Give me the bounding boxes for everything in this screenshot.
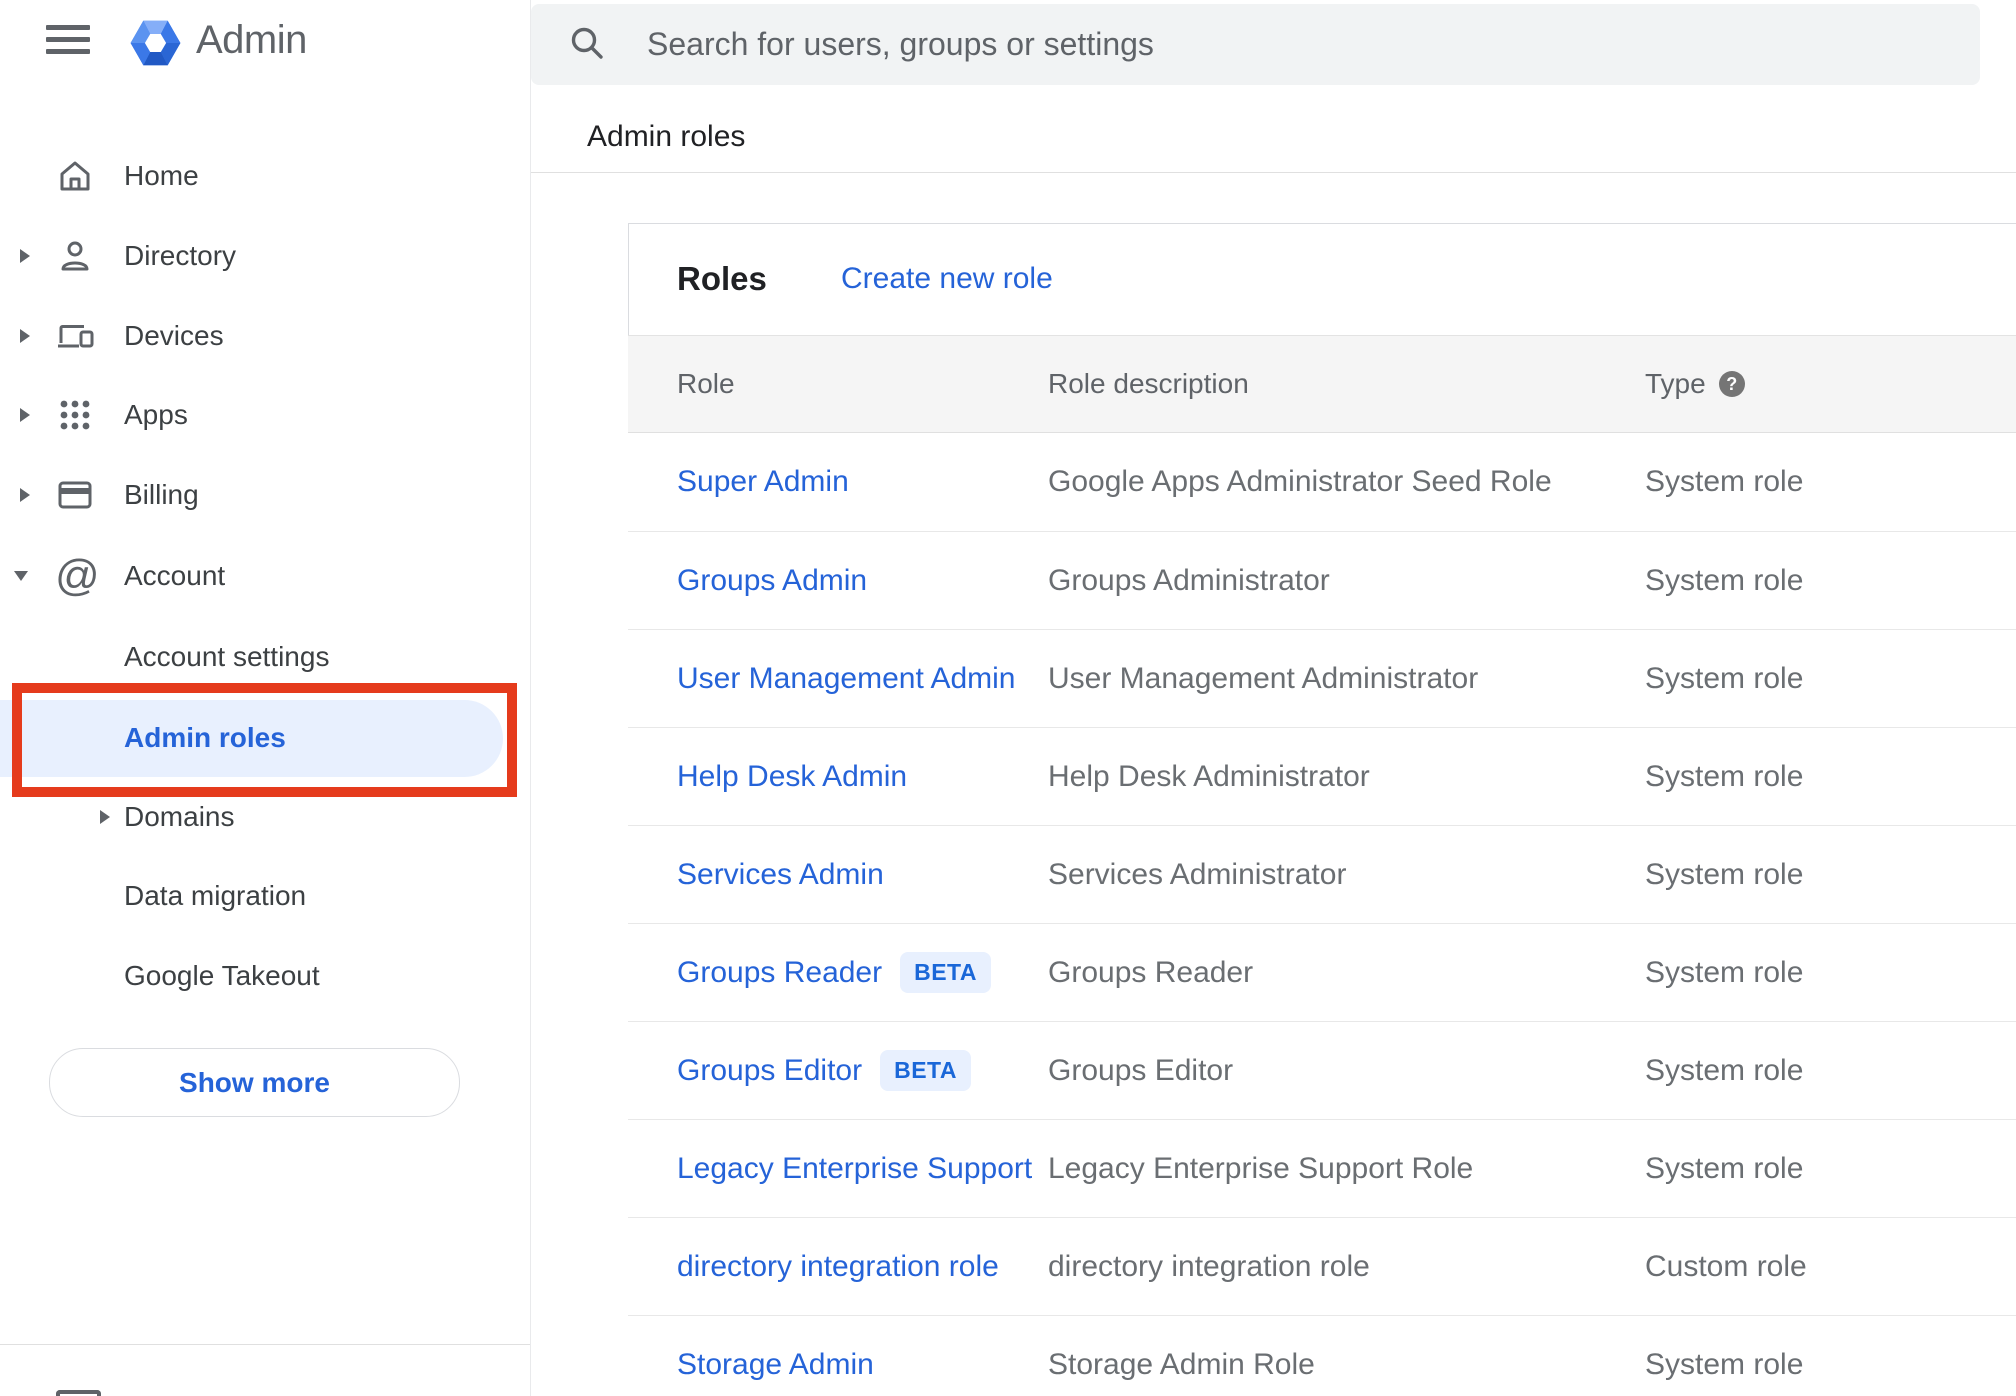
table-row: directory integration role directory inte…: [628, 1217, 2016, 1315]
role-link[interactable]: Help Desk Admin: [677, 760, 907, 794]
table-row: Super Admin Google Apps Administrator See…: [628, 433, 2016, 531]
role-type: System role: [1645, 661, 1804, 695]
sidebar-divider: [530, 0, 531, 1396]
role-description: directory integration role: [1048, 1249, 1370, 1283]
role-link[interactable]: Groups Reader: [677, 956, 882, 990]
role-type: System role: [1645, 1151, 1804, 1185]
role-type: System role: [1645, 857, 1804, 891]
table-row: User Management Admin User Management Adm…: [628, 629, 2016, 727]
role-link[interactable]: User Management Admin: [677, 662, 1016, 696]
sidebar-item-directory[interactable]: Directory: [0, 216, 530, 296]
home-icon: [55, 156, 95, 196]
header-divider: [530, 172, 2016, 173]
role-link[interactable]: Groups Admin: [677, 564, 867, 598]
sidebar-item-data-migration[interactable]: Data migration: [0, 856, 530, 936]
sidebar-item-account-settings[interactable]: Account settings: [0, 617, 530, 697]
table-row: Legacy Enterprise Support Legacy Enterpri…: [628, 1119, 2016, 1217]
table-row: Services Admin Services Administrator Syst…: [628, 825, 2016, 923]
search-input[interactable]: [531, 4, 1980, 85]
column-header-role: Role: [677, 368, 735, 399]
app-title: Admin: [196, 18, 307, 62]
table-row: Groups Reader BETA Groups Reader System rol…: [628, 923, 2016, 1021]
apps-grid-icon: [55, 395, 95, 435]
sidebar-item-label: Data migration: [124, 880, 307, 911]
role-description: Groups Editor: [1048, 1053, 1234, 1087]
sidebar-item-label: Home: [124, 160, 199, 191]
column-header-role-description: Role description: [1048, 368, 1249, 399]
at-sign-icon: @: [55, 551, 100, 600]
expand-arrow-icon[interactable]: [20, 488, 30, 502]
create-new-role-link[interactable]: Create new role: [841, 262, 1053, 296]
beta-badge: BETA: [900, 952, 992, 993]
role-description: Legacy Enterprise Support Role: [1048, 1151, 1474, 1185]
show-more-label: Show more: [179, 1066, 330, 1098]
role-description: User Management Administrator: [1048, 661, 1479, 695]
sidebar-item-label: Billing: [124, 479, 199, 510]
table-row: Storage Admin Storage Admin Role System ro…: [628, 1315, 2016, 1396]
sidebar-item-label: Account: [124, 560, 226, 591]
google-admin-logo-icon: [129, 14, 182, 72]
sidebar-item-label: Google Takeout: [124, 960, 320, 991]
person-icon: [55, 236, 95, 276]
role-link[interactable]: Services Admin: [677, 858, 884, 892]
sidebar-item-label: Directory: [124, 240, 237, 271]
role-link[interactable]: Storage Admin: [677, 1348, 874, 1382]
role-description: Groups Reader: [1048, 955, 1254, 989]
role-description: Help Desk Administrator: [1048, 759, 1370, 793]
sidebar-item-billing[interactable]: Billing: [0, 455, 530, 535]
sidebar-item-admin-roles[interactable]: Admin roles: [0, 698, 530, 778]
google-admin-console: Admin Admin roles Home Directory Devices Ap…: [0, 0, 2016, 1396]
credit-card-icon: [55, 475, 95, 515]
sidebar-item-account[interactable]: @ Account: [0, 536, 530, 616]
sidebar-item-domains[interactable]: Domains: [0, 777, 530, 857]
role-link[interactable]: Super Admin: [677, 465, 849, 499]
sidebar-bottom-divider: [0, 1344, 530, 1345]
role-description: Storage Admin Role: [1048, 1347, 1315, 1381]
table-row: Groups Editor BETA Groups Editor System rol…: [628, 1021, 2016, 1119]
expand-arrow-icon[interactable]: [20, 408, 30, 422]
sidebar-item-apps[interactable]: Apps: [0, 375, 530, 455]
role-description: Google Apps Administrator Seed Role: [1048, 465, 1552, 498]
sidebar-item-devices[interactable]: Devices: [0, 296, 530, 376]
card-top-border: [628, 223, 2016, 224]
sidebar-item-label: Admin roles: [124, 722, 286, 753]
expand-arrow-icon[interactable]: [100, 810, 110, 824]
table-row: Groups Admin Groups Administrator System r…: [628, 531, 2016, 629]
collapse-arrow-icon[interactable]: [14, 571, 28, 581]
sidebar-item-label: Devices: [124, 320, 224, 351]
beta-badge: BETA: [880, 1050, 971, 1091]
role-type: System role: [1645, 465, 1804, 498]
type-help-icon[interactable]: ?: [1718, 371, 1745, 397]
sidebar-item-label: Apps: [124, 399, 188, 430]
role-description: Services Administrator: [1048, 857, 1347, 891]
role-type: System role: [1645, 1053, 1804, 1087]
role-description: Groups Administrator: [1048, 563, 1330, 597]
table-header-row: Role Role description Type ?: [628, 335, 2016, 433]
role-type: System role: [1645, 563, 1804, 597]
devices-icon: [55, 316, 95, 356]
role-type: System role: [1645, 1347, 1804, 1381]
page-title: Roles: [677, 260, 767, 297]
expand-arrow-icon[interactable]: [20, 249, 30, 263]
role-link[interactable]: directory integration role: [677, 1250, 999, 1284]
sidebar-item-label: Domains: [124, 801, 235, 832]
role-type: System role: [1645, 955, 1804, 989]
sidebar-item-label: Account settings: [124, 641, 330, 672]
column-header-type: Type: [1645, 368, 1706, 399]
expand-arrow-icon[interactable]: [20, 329, 30, 343]
breadcrumb: Admin roles: [587, 120, 746, 153]
role-type: System role: [1645, 759, 1804, 793]
clipped-bottom-icon: [56, 1390, 101, 1396]
sidebar-item-google-takeout[interactable]: Google Takeout: [0, 936, 530, 1016]
role-type: Custom role: [1645, 1249, 1807, 1283]
role-link[interactable]: Legacy Enterprise Support: [677, 1152, 1032, 1186]
show-more-button[interactable]: Show more: [49, 1048, 460, 1117]
table-row: Help Desk Admin Help Desk Administrator Sy…: [628, 727, 2016, 825]
hamburger-menu-icon[interactable]: [46, 25, 90, 54]
sidebar-item-home[interactable]: Home: [0, 136, 530, 216]
role-link[interactable]: Groups Editor: [677, 1054, 862, 1088]
